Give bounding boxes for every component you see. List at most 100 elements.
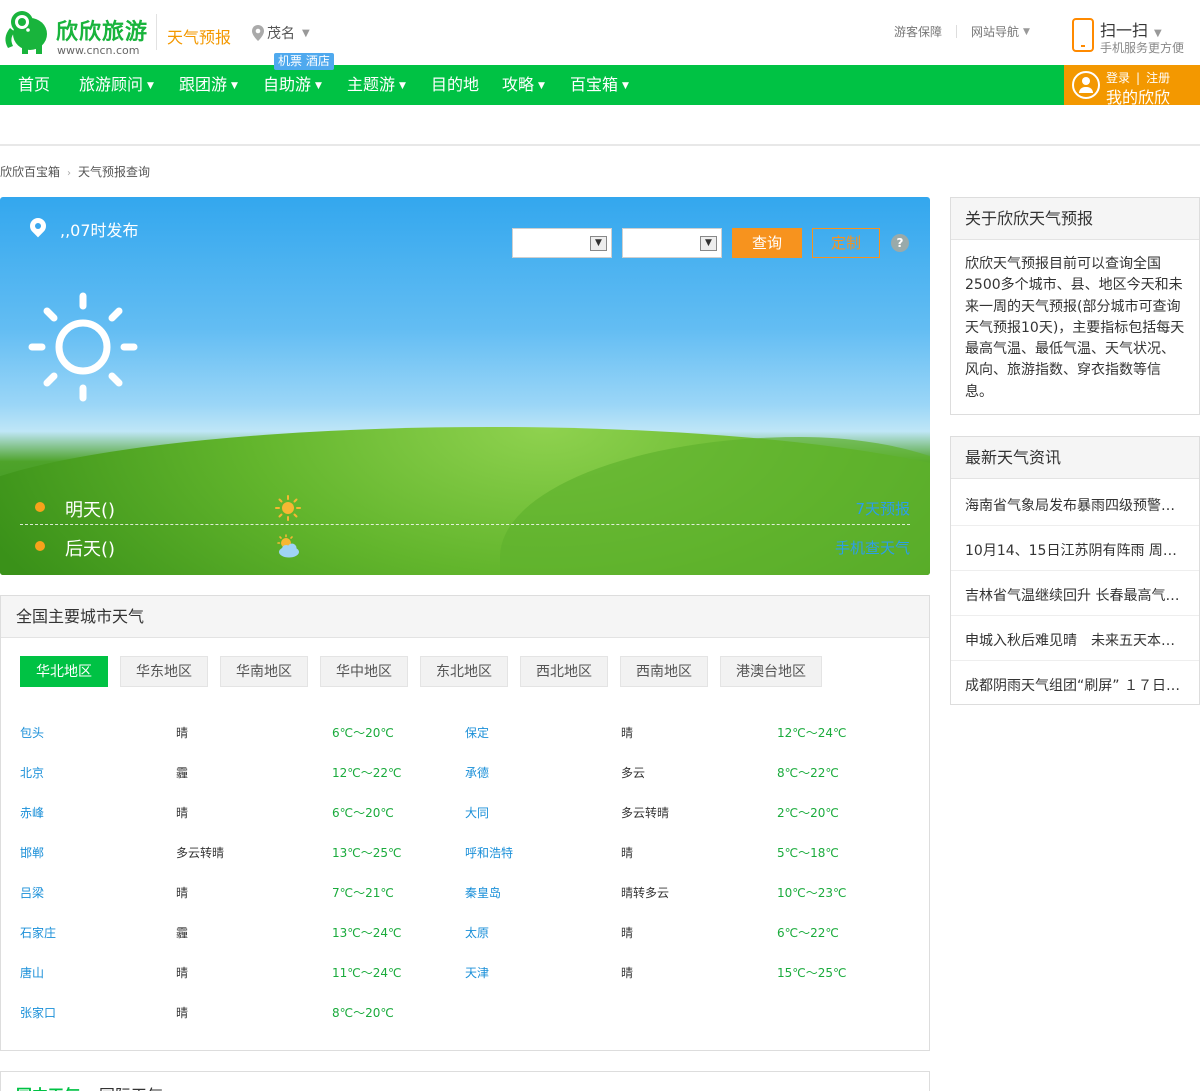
city-link[interactable]: 天津: [465, 964, 489, 981]
tab-southwest[interactable]: 西南地区: [620, 656, 708, 687]
weather-hero: ,,07时发布 ▼ ▼ 查询 定制 ? 明天() 7天预报 后天() 手机查天气: [0, 197, 930, 575]
weather-condition: 多云: [621, 766, 646, 780]
mobile-weather-link[interactable]: 手机查天气: [835, 537, 910, 558]
news-item[interactable]: 申城入秋后难见晴 未来五天本市多雨: [965, 630, 1187, 650]
city-link[interactable]: 邯郸: [20, 844, 44, 861]
temperature-range: 6℃～22℃: [777, 926, 839, 940]
weather-condition: 晴转多云: [621, 886, 670, 900]
city-link[interactable]: 吕梁: [20, 884, 44, 901]
news-item[interactable]: 吉林省气温继续回升 长春最高气温20℃: [965, 585, 1187, 605]
city-link[interactable]: 石家庄: [20, 924, 56, 941]
city-link[interactable]: 秦皇岛: [465, 884, 501, 901]
table-row: 张家口 晴 8℃～20℃: [20, 1004, 910, 1024]
temperature-range: 13℃～24℃: [332, 926, 402, 940]
tab-hk-macao-taiwan[interactable]: 港澳台地区: [720, 656, 822, 687]
elephant-logo-icon: [5, 11, 47, 54]
nav-badge-flights-hotels[interactable]: 机票 酒店: [274, 53, 334, 70]
news-divider: [951, 615, 1199, 616]
temperature-range: 12℃～22℃: [332, 766, 402, 780]
breadcrumb-toolbox[interactable]: 欣欣百宝箱: [0, 165, 60, 179]
bullet-dot: [35, 541, 45, 551]
separator: |: [1136, 71, 1141, 85]
city-link[interactable]: 北京: [20, 764, 44, 781]
news-item[interactable]: 海南省气象局发布暴雨四级预警信号: [965, 495, 1187, 515]
nav-home[interactable]: 首页: [18, 65, 50, 105]
nav-self-tour[interactable]: 自助游 ▼: [263, 65, 322, 105]
tab-international-weather[interactable]: 国际天气: [99, 1082, 163, 1091]
news-divider: [951, 660, 1199, 661]
city-link[interactable]: 唐山: [20, 964, 44, 981]
chevron-down-icon: ▼: [302, 27, 310, 39]
register-link[interactable]: 注册: [1146, 71, 1170, 85]
forecast-day: 后天(): [65, 539, 116, 560]
nav-label: 跟团游: [179, 75, 228, 94]
login-link[interactable]: 登录: [1106, 71, 1130, 85]
news-item[interactable]: 成都阴雨天气组团“刷屏” １７日起转晴: [965, 675, 1187, 695]
tab-domestic-weather[interactable]: 国内天气: [16, 1082, 80, 1091]
caret-down-icon: ▼: [147, 80, 154, 91]
publish-time: ,,07时发布: [60, 221, 139, 240]
divider-line: [0, 144, 1200, 146]
nav-destination[interactable]: 目的地: [431, 65, 479, 105]
temperature-range: 5℃～18℃: [777, 846, 839, 860]
table-row: 吕梁 晴 7℃～21℃ 秦皇岛 晴转多云 10℃～23℃: [20, 884, 910, 904]
help-icon[interactable]: ?: [891, 234, 909, 252]
nav-guide[interactable]: 攻略 ▼: [502, 65, 545, 105]
chevron-down-icon: ▼: [1023, 26, 1030, 37]
tab-north-china[interactable]: 华北地区: [20, 656, 108, 687]
link-guarantee[interactable]: 游客保障: [894, 23, 942, 40]
news-item[interactable]: 10月14、15日江苏阴有阵雨 周日起转晴: [965, 540, 1187, 560]
tab-northwest[interactable]: 西北地区: [520, 656, 608, 687]
city-link[interactable]: 保定: [465, 724, 489, 741]
scan-menu[interactable]: 扫一扫 ▼: [1100, 17, 1162, 41]
city-link[interactable]: 赤峰: [20, 804, 44, 821]
weather-news-panel: 最新天气资讯 海南省气象局发布暴雨四级预警信号 10月14、15日江苏阴有阵雨 …: [950, 436, 1200, 705]
province-select[interactable]: ▼: [512, 228, 612, 258]
city-link[interactable]: 包头: [20, 724, 44, 741]
city-link[interactable]: 承德: [465, 764, 489, 781]
logo-url: www.cncn.com: [57, 44, 140, 57]
nav-theme-tour[interactable]: 主题游 ▼: [347, 65, 406, 105]
caret-down-icon: ▼: [622, 80, 629, 91]
nav-group-tour[interactable]: 跟团游 ▼: [179, 65, 238, 105]
breadcrumb-arrow-icon: ›: [67, 168, 72, 179]
temperature-range: 6℃～20℃: [332, 806, 394, 820]
city-link[interactable]: 呼和浩特: [465, 844, 513, 861]
nav-label: 首页: [18, 75, 51, 94]
link-sitemap[interactable]: 网站导航: [971, 23, 1019, 40]
news-divider: [951, 570, 1199, 571]
tab-central-china[interactable]: 华中地区: [320, 656, 408, 687]
domestic-international-panel: 国内天气 国际天气: [0, 1071, 930, 1091]
nav-toolbox[interactable]: 百宝箱 ▼: [570, 65, 629, 105]
weather-condition: 多云转晴: [621, 806, 670, 820]
my-account-link[interactable]: 我的欣欣: [1106, 84, 1170, 108]
mobile-phone-icon: [1072, 18, 1094, 52]
tab-east-china[interactable]: 华东地区: [120, 656, 208, 687]
region-tabs: 华北地区 华东地区 华南地区 华中地区 东北地区 西北地区 西南地区 港澳台地区: [20, 656, 822, 687]
scan-subtitle: 手机服务更方便: [1100, 41, 1185, 55]
scan-title: 扫一扫: [1100, 21, 1149, 40]
site-logo[interactable]: 欣欣旅游 www.cncn.com: [0, 6, 150, 58]
table-row: 北京 霾 12℃～22℃ 承德 多云 8℃～22℃: [20, 764, 910, 784]
temperature-range: 8℃～20℃: [332, 1006, 394, 1020]
query-button[interactable]: 查询: [732, 228, 802, 258]
sun-large-icon: [28, 292, 138, 402]
city-select[interactable]: ▼: [622, 228, 722, 258]
chevron-down-icon: ▼: [1154, 28, 1162, 39]
weather-condition: 晴: [621, 846, 634, 860]
nav-consultant[interactable]: 旅游顾问 ▼: [79, 65, 154, 105]
bullet-dot: [35, 502, 45, 512]
table-row: 邯郸 多云转晴 13℃～25℃ 呼和浩特 晴 5℃～18℃: [20, 844, 910, 864]
city-selector[interactable]: 茂名 ▼: [252, 23, 310, 43]
seven-day-forecast-link[interactable]: 7天预报: [855, 498, 910, 519]
city-link[interactable]: 大同: [465, 804, 489, 821]
city-link[interactable]: 太原: [465, 924, 489, 941]
temperature-range: 13℃～25℃: [332, 846, 402, 860]
header-links: 游客保障 网站导航 ▼: [894, 23, 1030, 40]
customize-button[interactable]: 定制: [812, 228, 880, 258]
table-row: 包头 晴 6℃～20℃ 保定 晴 12℃～24℃: [20, 724, 910, 744]
tab-south-china[interactable]: 华南地区: [220, 656, 308, 687]
tab-northeast[interactable]: 东北地区: [420, 656, 508, 687]
city-link[interactable]: 张家口: [20, 1004, 56, 1021]
partly-cloudy-icon: [277, 534, 299, 558]
